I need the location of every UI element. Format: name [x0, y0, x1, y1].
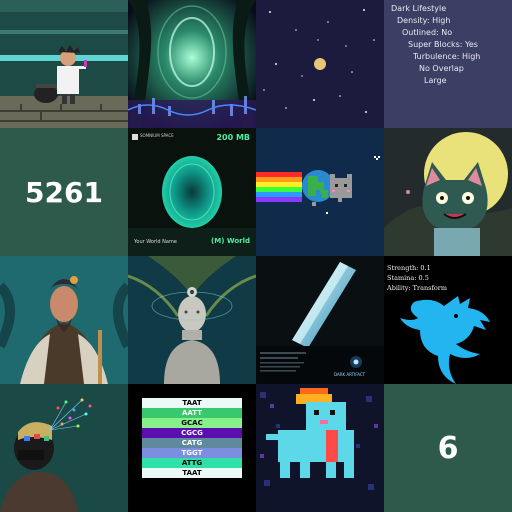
world-badge: (M) World [211, 237, 250, 245]
trait-line: Outlined: No [402, 28, 453, 37]
nft-gallery-grid: Dark Lifestyle Density: High Outlined: N… [0, 0, 512, 512]
nyan-earth-illustration [256, 128, 384, 256]
trait-line: Density: High [397, 16, 451, 25]
world-card-tile[interactable]: SOMNIUM SPACE 200 MB Your World Name (M)… [128, 128, 256, 256]
codon-row: TGGT [142, 448, 242, 458]
brand-label: SOMNIUM SPACE [140, 133, 174, 138]
traits-text-tile[interactable]: Dark Lifestyle Density: High Outlined: N… [384, 0, 512, 128]
starfield-planet-tile[interactable] [256, 0, 384, 128]
trait-line: Large [424, 76, 447, 85]
file-size-label: 200 MB [216, 133, 250, 142]
codon-row: ATTG [142, 458, 242, 468]
codon-row: AATT [142, 408, 242, 418]
wizard-character-illustration [0, 256, 128, 384]
dna-sequence-tile[interactable]: TAAT AATT GCAC CGCG CATG TGGT ATTG TAAT [128, 384, 256, 512]
number-tile[interactable]: 6 [384, 384, 512, 512]
dragon-silhouette [400, 296, 490, 384]
glowing-forest-portal-tile[interactable] [128, 0, 256, 128]
codon-row: TAAT [142, 468, 242, 478]
pixel-scientist-lab-tile[interactable] [0, 0, 128, 128]
world-name-label: Your World Name [134, 239, 177, 245]
zombie-cat-tile[interactable] [384, 128, 512, 256]
trait-line: No Overlap [419, 64, 464, 73]
dragon-stats-tile[interactable]: Strength: 0.1 Stamina: 0.5 Ability: Tran… [384, 256, 512, 384]
trait-line: Super Blocks: Yes [408, 40, 478, 49]
masked-figure-tile[interactable] [0, 384, 128, 512]
dark-artifact-tile[interactable]: DARK ARTIFACT [256, 256, 384, 384]
number-tile[interactable]: 5261 [0, 128, 128, 256]
codon-row: GCAC [142, 418, 242, 428]
starfield-illustration [256, 0, 384, 128]
forest-portal-illustration [128, 0, 256, 128]
token-number: 6 [437, 430, 459, 466]
pixel-scientist-illustration [0, 0, 128, 128]
codon-row: CGCG [142, 428, 242, 438]
wizard-character-tile[interactable] [0, 256, 128, 384]
statue-bust-tile[interactable] [128, 256, 256, 384]
trait-line: Turbulence: High [413, 52, 481, 61]
codon-row: CATG [142, 438, 242, 448]
pixel-dog-tile[interactable] [256, 384, 384, 512]
trait-line: Dark Lifestyle [391, 4, 447, 13]
codon-row: TAAT [142, 398, 242, 408]
pixel-nyan-earth-tile[interactable] [256, 128, 384, 256]
crystal-artifact-illustration [256, 256, 384, 384]
masked-figure-illustration [0, 384, 128, 512]
token-number: 5261 [25, 175, 103, 209]
pixel-dog-illustration [256, 384, 384, 512]
zombie-cat-illustration [384, 128, 512, 256]
statue-bust-illustration [128, 256, 256, 384]
artifact-caption: DARK ARTIFACT [334, 372, 366, 377]
